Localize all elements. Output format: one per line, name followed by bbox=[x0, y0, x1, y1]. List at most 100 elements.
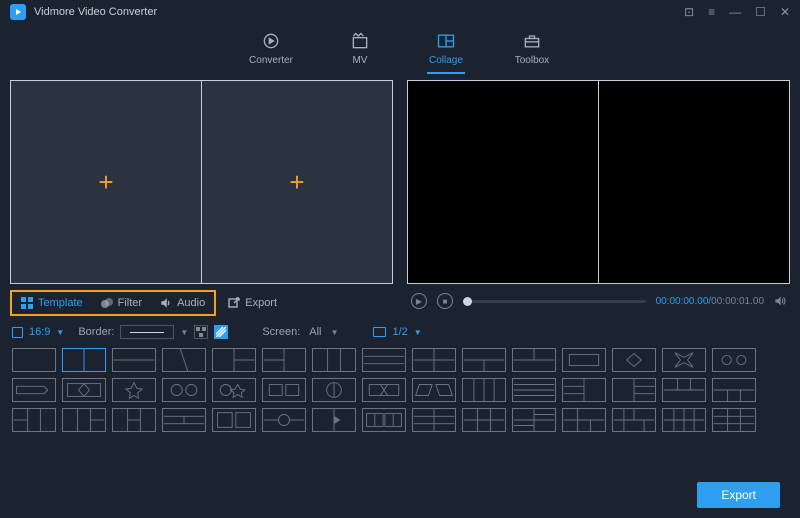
screen-icon bbox=[373, 327, 386, 337]
time-current: 00:00:00.00 bbox=[656, 296, 709, 307]
mv-icon bbox=[349, 31, 371, 51]
volume-icon[interactable] bbox=[774, 295, 786, 307]
template-item[interactable] bbox=[212, 408, 256, 432]
nav-toolbox-label: Toolbox bbox=[515, 55, 549, 66]
aspect-icon bbox=[12, 327, 23, 338]
chevron-down-icon[interactable]: ▼ bbox=[180, 328, 188, 337]
template-item[interactable] bbox=[562, 348, 606, 372]
border-color-picker[interactable] bbox=[194, 325, 208, 339]
template-item[interactable] bbox=[362, 378, 406, 402]
add-icon: + bbox=[98, 167, 113, 198]
converter-icon bbox=[260, 31, 282, 51]
page-indicator: 1/2 bbox=[392, 326, 407, 338]
template-item[interactable] bbox=[112, 378, 156, 402]
maximize-icon[interactable]: ☐ bbox=[755, 5, 766, 19]
stop-button[interactable]: ■ bbox=[437, 293, 453, 309]
template-item[interactable] bbox=[712, 378, 756, 402]
template-item[interactable] bbox=[112, 408, 156, 432]
border-label: Border: bbox=[78, 326, 114, 338]
template-item[interactable] bbox=[62, 378, 106, 402]
template-item[interactable] bbox=[262, 348, 306, 372]
template-item[interactable] bbox=[462, 348, 506, 372]
template-item[interactable] bbox=[662, 408, 706, 432]
template-item[interactable] bbox=[612, 378, 656, 402]
template-item[interactable] bbox=[412, 408, 456, 432]
screen-value: All bbox=[309, 326, 321, 338]
time-display: 00:00:00.00/00:00:01.00 bbox=[656, 296, 764, 307]
template-item[interactable] bbox=[12, 348, 56, 372]
minimize-icon[interactable]: — bbox=[729, 5, 741, 19]
tab-template[interactable]: Template bbox=[12, 292, 92, 314]
template-item[interactable] bbox=[562, 378, 606, 402]
collage-cell-1[interactable]: + bbox=[11, 81, 202, 283]
template-item[interactable] bbox=[312, 348, 356, 372]
template-item[interactable] bbox=[312, 378, 356, 402]
tab-filter[interactable]: Filter bbox=[92, 292, 151, 314]
template-item[interactable] bbox=[562, 408, 606, 432]
template-item[interactable] bbox=[512, 348, 556, 372]
template-item[interactable] bbox=[162, 348, 206, 372]
chevron-down-icon: ▼ bbox=[331, 328, 339, 337]
template-item[interactable] bbox=[212, 348, 256, 372]
tab-audio-label: Audio bbox=[177, 297, 205, 309]
close-icon[interactable]: ✕ bbox=[780, 5, 790, 19]
template-item[interactable] bbox=[12, 408, 56, 432]
app-title: Vidmore Video Converter bbox=[34, 6, 157, 18]
template-item[interactable] bbox=[412, 378, 456, 402]
template-item[interactable] bbox=[212, 378, 256, 402]
template-item[interactable] bbox=[712, 348, 756, 372]
play-button[interactable]: ▶ bbox=[411, 293, 427, 309]
template-item[interactable] bbox=[162, 378, 206, 402]
time-duration: 00:00:01.00 bbox=[711, 296, 764, 307]
menu-icon[interactable]: ≡ bbox=[708, 5, 715, 19]
template-item[interactable] bbox=[712, 408, 756, 432]
template-item[interactable] bbox=[612, 408, 656, 432]
template-item[interactable] bbox=[62, 408, 106, 432]
audio-icon bbox=[160, 297, 172, 309]
collage-cell-2[interactable]: + bbox=[202, 81, 392, 283]
chevron-down-icon: ▼ bbox=[56, 328, 64, 337]
tab-template-label: Template bbox=[38, 297, 83, 309]
template-item[interactable] bbox=[462, 408, 506, 432]
template-item[interactable] bbox=[462, 378, 506, 402]
border-style-selector[interactable] bbox=[120, 325, 174, 339]
nav-mv[interactable]: MV bbox=[341, 31, 379, 74]
template-item[interactable] bbox=[112, 348, 156, 372]
feedback-icon[interactable]: ⊡ bbox=[684, 5, 694, 19]
aspect-value: 16:9 bbox=[29, 326, 50, 338]
nav-collage[interactable]: Collage bbox=[427, 31, 465, 74]
template-item[interactable] bbox=[662, 348, 706, 372]
border-pattern-picker[interactable] bbox=[214, 325, 228, 339]
export-button[interactable]: Export bbox=[697, 482, 780, 508]
template-item[interactable] bbox=[512, 408, 556, 432]
nav-collage-label: Collage bbox=[429, 55, 463, 66]
nav-converter[interactable]: Converter bbox=[249, 31, 293, 74]
template-item[interactable] bbox=[512, 378, 556, 402]
chevron-down-icon[interactable]: ▼ bbox=[414, 328, 422, 337]
screen-selector[interactable]: All ▼ bbox=[304, 324, 343, 340]
template-item[interactable] bbox=[162, 408, 206, 432]
nav-mv-label: MV bbox=[352, 55, 367, 66]
template-item[interactable] bbox=[262, 378, 306, 402]
main-nav: Converter MV Collage Toolbox bbox=[0, 24, 800, 80]
template-item[interactable] bbox=[262, 408, 306, 432]
tab-filter-label: Filter bbox=[118, 297, 142, 309]
template-item[interactable] bbox=[62, 348, 106, 372]
template-grid bbox=[0, 346, 800, 438]
template-item[interactable] bbox=[12, 378, 56, 402]
template-item[interactable] bbox=[612, 348, 656, 372]
template-item[interactable] bbox=[412, 348, 456, 372]
aspect-selector[interactable]: 16:9 ▼ bbox=[12, 326, 64, 338]
nav-toolbox[interactable]: Toolbox bbox=[513, 31, 551, 74]
template-item[interactable] bbox=[662, 378, 706, 402]
tab-export-label: Export bbox=[245, 297, 277, 309]
template-options: 16:9 ▼ Border: ▼ Screen: All ▼ 1/2 ▼ bbox=[0, 318, 800, 346]
scrubber[interactable] bbox=[463, 300, 646, 303]
template-item[interactable] bbox=[362, 348, 406, 372]
add-icon: + bbox=[289, 167, 304, 198]
template-item[interactable] bbox=[362, 408, 406, 432]
template-item[interactable] bbox=[312, 408, 356, 432]
export-icon bbox=[228, 297, 240, 309]
tab-audio[interactable]: Audio bbox=[151, 292, 214, 314]
tab-export[interactable]: Export bbox=[216, 297, 289, 309]
